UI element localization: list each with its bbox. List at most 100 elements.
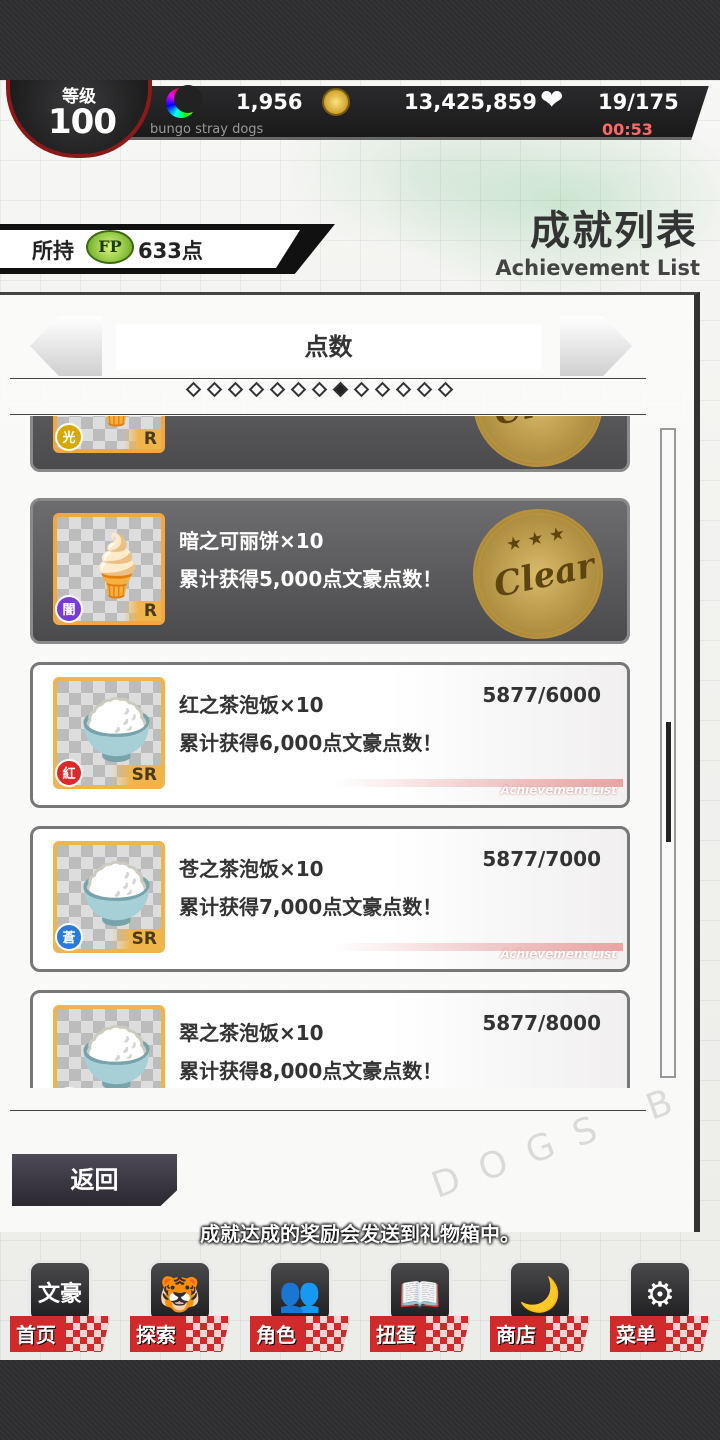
rice-bowl-icon: 🍚 [79,695,154,765]
page-dot[interactable] [311,381,328,398]
system-nav-bar [0,1360,720,1440]
achievement-list[interactable]: 🍦 光 R ★ ★ ★ Clear 🍦 闇 R 暗之可丽饼×10 累计获得5,0… [0,416,700,1088]
nav-menu[interactable]: ⚙ 菜单 [604,1256,716,1360]
achievement-card[interactable]: 🍚 翠 SR 翠之茶泡饭×10 5877/8000 累计获得8,000点文豪点数… [30,990,630,1088]
clear-stamp: ★ ★ ★ Clear [460,416,616,480]
category-label: 点数 [116,324,541,370]
page-dot[interactable] [374,381,391,398]
list-scrollbar[interactable] [660,428,676,1078]
achievement-progress: 5877/8000 [482,1011,601,1035]
level-value: 100 [48,102,117,142]
nav-home[interactable]: 文豪 首页 [4,1256,116,1360]
attribute-icon: 蒼 [55,923,83,951]
rarity-badge: SR [111,765,161,785]
coin-count: 13,425,859 [404,90,537,114]
page-dot[interactable] [185,381,202,398]
item-thumbnail: 🍦 光 R [53,416,165,453]
achievement-name: 翠之茶泡饭×10 [179,1021,324,1045]
divider [10,378,646,379]
nav-label: 菜单 [616,1323,656,1347]
page-dot[interactable] [332,381,349,398]
page-dot[interactable] [416,381,433,398]
page-dot[interactable] [437,381,454,398]
achievement-name: 红之茶泡饭×10 [179,693,324,717]
rainbow-moon-icon: 🌙 [508,1260,572,1324]
stamina-count: 19/175 [598,90,679,114]
achievement-description: 累计获得8,000点文豪点数！ [179,1059,443,1083]
nav-label: 角色 [256,1323,296,1347]
people-icon: 👥 [268,1260,332,1324]
nav-characters[interactable]: 👥 角色 [244,1256,356,1360]
achievement-progress: 5877/6000 [482,683,601,707]
gear-icon: ⚙ [628,1260,692,1324]
game-subtitle: bungo stray dogs [150,122,264,137]
rice-bowl-icon: 🍚 [79,859,154,929]
tiger-icon: 🐯 [148,1260,212,1324]
card-watermark: Achievement List [500,947,617,961]
fp-value: 633点 [138,239,203,263]
achievement-description: 累计获得7,000点文豪点数！ [179,895,443,919]
rainbow-moon-icon [166,85,202,118]
rarity-badge: R [123,429,161,449]
item-thumbnail: 🍦 闇 R [53,513,165,625]
category-page-dots [185,381,454,398]
bottom-nav: 文豪 首页 🐯 探索 👥 角色 📖 扭蛋 🌙 商店 ⚙ 菜单 [0,1256,720,1360]
page-dot[interactable] [206,381,223,398]
nav-label: 商店 [496,1323,536,1347]
gem-count: 1,956 [236,90,303,114]
reward-notice: 成就达成的奖励会发送到礼物箱中。 [200,1222,520,1246]
achievement-screen: 等级 100 bungo stray dogs 1,956 13,425,859… [0,80,720,1360]
home-icon: 文豪 [28,1260,92,1324]
achievement-progress: 5877/7000 [482,847,601,871]
page-dot[interactable] [290,381,307,398]
stamina-timer: 00:53 [602,120,653,139]
achievement-description: 累计获得6,000点文豪点数！ [179,731,443,755]
rarity-badge: SR [111,929,161,949]
ap-heart-icon: ❤ [540,83,564,116]
attribute-icon: 光 [55,423,83,451]
rarity-badge: R [123,601,161,621]
achievement-name: 苍之茶泡饭×10 [179,857,324,881]
page-dot[interactable] [269,381,286,398]
nav-label: 探索 [136,1323,176,1347]
page-dot[interactable] [227,381,244,398]
page-dot[interactable] [248,381,265,398]
clear-stamp: ★ ★ ★ Clear [460,496,616,652]
nav-gacha[interactable]: 📖 扭蛋 [364,1256,476,1360]
item-thumbnail: 🍚 蒼 SR [53,841,165,953]
divider [10,414,646,415]
back-button[interactable]: 返回 [12,1154,177,1206]
system-status-bar [0,0,720,80]
achievement-name: 暗之可丽饼×10 [179,529,324,553]
crepe-icon: 🍦 [79,416,154,429]
achievement-description: 累计获得5,000点文豪点数！ [179,567,443,591]
attribute-icon: 紅 [55,759,83,787]
nav-explore[interactable]: 🐯 探索 [124,1256,236,1360]
fp-label: 所持 [32,239,74,263]
stamp-text: Clear [490,416,598,434]
page-dot[interactable] [353,381,370,398]
book-icon: 📖 [388,1260,452,1324]
page-subtitle: Achievement List [495,256,700,280]
page-title: 成就列表 [530,208,698,254]
crepe-icon: 🍦 [79,531,154,601]
stamp-text: Clear [490,545,599,606]
achievement-card[interactable]: 🍚 蒼 SR 苍之茶泡饭×10 5877/7000 累计获得7,000点文豪点数… [30,826,630,972]
divider [10,1110,646,1111]
gold-coin-icon [322,88,350,116]
card-watermark: Achievement List [500,783,617,797]
nav-label: 扭蛋 [376,1323,416,1347]
nav-shop[interactable]: 🌙 商店 [484,1256,596,1360]
item-thumbnail: 🍚 紅 SR [53,677,165,789]
item-thumbnail: 🍚 翠 SR [53,1005,165,1088]
rice-bowl-icon: 🍚 [79,1023,154,1088]
fp-icon: FP [86,230,134,264]
achievement-card[interactable]: 🍦 闇 R 暗之可丽饼×10 累计获得5,000点文豪点数！ ★ ★ ★ Cle… [30,496,630,652]
scrollbar-thumb[interactable] [666,722,671,842]
nav-label: 首页 [16,1323,56,1347]
page-dot[interactable] [395,381,412,398]
achievement-card[interactable]: 🍦 光 R ★ ★ ★ Clear [30,416,630,480]
star-icon: ★ ★ ★ [504,522,568,556]
achievement-card[interactable]: 🍚 紅 SR 红之茶泡饭×10 5877/6000 累计获得6,000点文豪点数… [30,662,630,808]
attribute-icon: 闇 [55,595,83,623]
